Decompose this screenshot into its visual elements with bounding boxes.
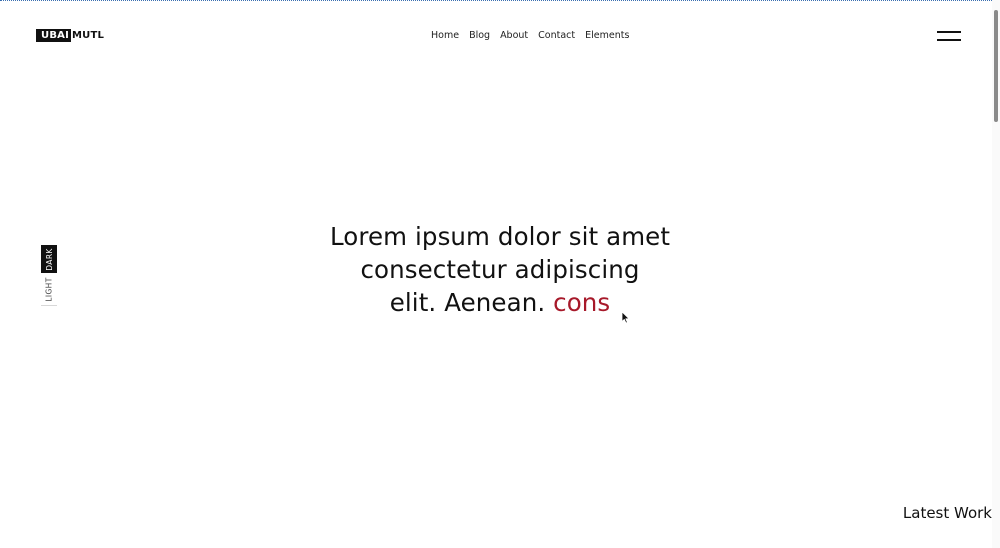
hero-headline: Lorem ipsum dolor sit amet consectetur a… <box>240 220 760 319</box>
logo-box-text: UBAI <box>36 29 72 42</box>
mouse-cursor-icon <box>621 311 630 324</box>
hamburger-line-bottom <box>937 39 961 41</box>
hamburger-line-top <box>937 31 961 33</box>
theme-light-label: LIGHT <box>44 276 54 302</box>
scrollbar[interactable] <box>992 0 1000 548</box>
hero-line-3: elit. Aenean. cons <box>240 286 760 319</box>
hero-line-2: consectetur adipiscing <box>360 255 640 284</box>
nav-elements[interactable]: Elements <box>585 29 629 43</box>
nav-about[interactable]: About <box>500 29 528 43</box>
theme-switch[interactable]: DARK LIGHT <box>41 245 57 306</box>
nav-blog[interactable]: Blog <box>469 29 490 43</box>
nav-home[interactable]: Home <box>431 29 459 43</box>
theme-dark-label: DARK <box>44 247 54 271</box>
logo-rest-text: MUTL <box>72 30 105 41</box>
top-border <box>0 0 1000 1</box>
main-nav: Home Blog About Contact Elements <box>431 29 629 43</box>
hero-line-1: Lorem ipsum dolor sit amet <box>329 222 671 251</box>
theme-light-option[interactable]: LIGHT <box>41 273 57 306</box>
theme-dark-option[interactable]: DARK <box>41 245 57 273</box>
nav-contact[interactable]: Contact <box>538 29 575 43</box>
site-logo[interactable]: UBAI MUTL <box>36 29 104 42</box>
hero-line-3-text: elit. Aenean. <box>389 288 546 317</box>
scrollbar-thumb[interactable] <box>994 10 998 122</box>
latest-work-heading: Latest Work <box>902 504 992 522</box>
hero-typed-word: cons <box>553 288 611 317</box>
hamburger-icon[interactable] <box>937 30 961 41</box>
